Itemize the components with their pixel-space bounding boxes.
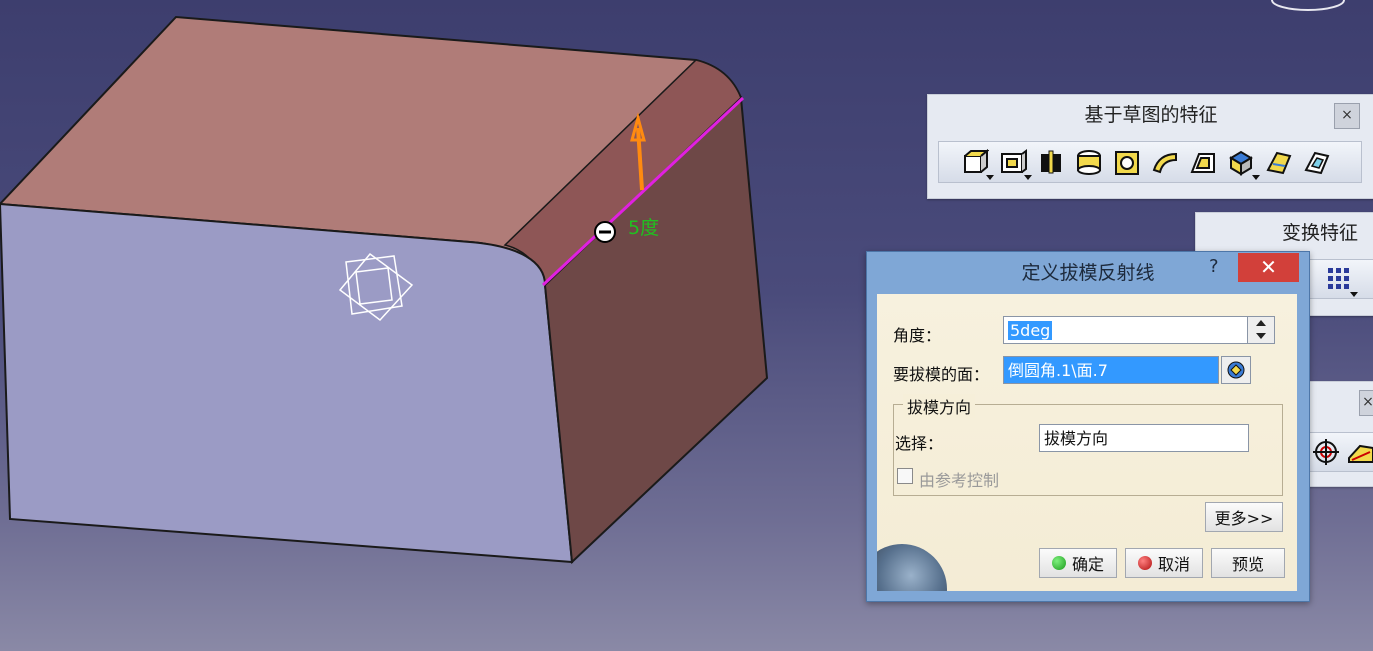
ok-icon	[1051, 556, 1066, 570]
target-icon[interactable]	[1312, 436, 1340, 468]
pad-icon[interactable]	[959, 146, 994, 180]
toolbar-close-button[interactable]: ×	[1359, 390, 1373, 416]
front-face[interactable]	[0, 202, 574, 564]
sketch-features-toolbar[interactable]: 基于草图的特征 ×	[927, 94, 1373, 199]
pocket-icon[interactable]	[997, 146, 1032, 180]
toolbar-close-button[interactable]: ×	[1334, 103, 1360, 129]
face-value: 倒圆角.1\面.7	[1008, 361, 1108, 380]
angle-annotation[interactable]: 5度	[628, 217, 659, 239]
groove-icon[interactable]	[1073, 146, 1105, 178]
face-label: 要拔模的面：	[893, 365, 990, 384]
preview-button[interactable]: 预览	[1211, 548, 1285, 578]
direction-group-label: 拔模方向	[903, 394, 976, 418]
dialog-close-button[interactable]: ✕	[1238, 253, 1299, 282]
direction-manipulator[interactable]	[594, 221, 616, 243]
hole-icon[interactable]	[1111, 146, 1143, 178]
cancel-button[interactable]: 取消	[1125, 548, 1203, 578]
select-field[interactable]: 拔模方向	[1039, 424, 1249, 452]
angle-label: 角度：	[893, 326, 942, 345]
toolbar-title: 基于草图的特征	[1084, 104, 1218, 126]
globe-decoration-icon	[877, 544, 947, 591]
angle-value: 5deg	[1008, 321, 1053, 340]
more-button[interactable]: 更多>>	[1205, 502, 1283, 532]
removed-multi-section-icon[interactable]	[1301, 146, 1333, 178]
face-selector-button[interactable]	[1221, 356, 1251, 384]
select-value: 拔模方向	[1044, 429, 1109, 448]
spin-up-icon[interactable]	[1256, 320, 1266, 326]
ok-label: 确定	[1071, 555, 1104, 574]
draft-icon[interactable]	[1346, 436, 1373, 468]
multi-select-icon	[1227, 361, 1245, 379]
cancel-icon	[1137, 556, 1152, 570]
shaft-icon[interactable]	[1035, 146, 1067, 178]
ref-control-label: 由参考控制	[919, 471, 1000, 490]
tools-icons	[1307, 432, 1373, 472]
rectangular-pattern-icon[interactable]	[1323, 263, 1358, 297]
transform-features-icons	[1306, 259, 1373, 299]
rib-icon[interactable]	[1149, 146, 1181, 178]
ref-control-checkbox[interactable]	[897, 468, 913, 484]
slot-icon[interactable]	[1187, 146, 1219, 178]
angle-spinner[interactable]	[1247, 316, 1275, 344]
draft-reflect-line-dialog[interactable]: 定义拔模反射线 ? ✕ 角度： 5deg 要拔模的面： 倒圆角.1\面.7 拔模…	[866, 251, 1310, 602]
face-field[interactable]: 倒圆角.1\面.7	[1003, 356, 1219, 384]
select-label: 选择：	[895, 434, 944, 453]
compass-icon[interactable]	[1271, 0, 1345, 11]
tools-toolbar[interactable]: ×	[1300, 381, 1373, 487]
angle-field[interactable]: 5deg	[1003, 316, 1249, 344]
cancel-label: 取消	[1157, 555, 1190, 574]
multi-section-solid-icon[interactable]	[1263, 146, 1295, 178]
dialog-body: 角度： 5deg 要拔模的面： 倒圆角.1\面.7 拔模方向 选择： 拔模方向 …	[877, 294, 1297, 591]
spin-down-icon[interactable]	[1256, 333, 1266, 339]
sketch-features-icons	[938, 141, 1362, 183]
ok-button[interactable]: 确定	[1039, 548, 1117, 578]
help-button[interactable]: ?	[1209, 256, 1219, 277]
stiffener-icon[interactable]	[1225, 146, 1260, 180]
toolbar-title: 变换特征	[1281, 222, 1358, 244]
